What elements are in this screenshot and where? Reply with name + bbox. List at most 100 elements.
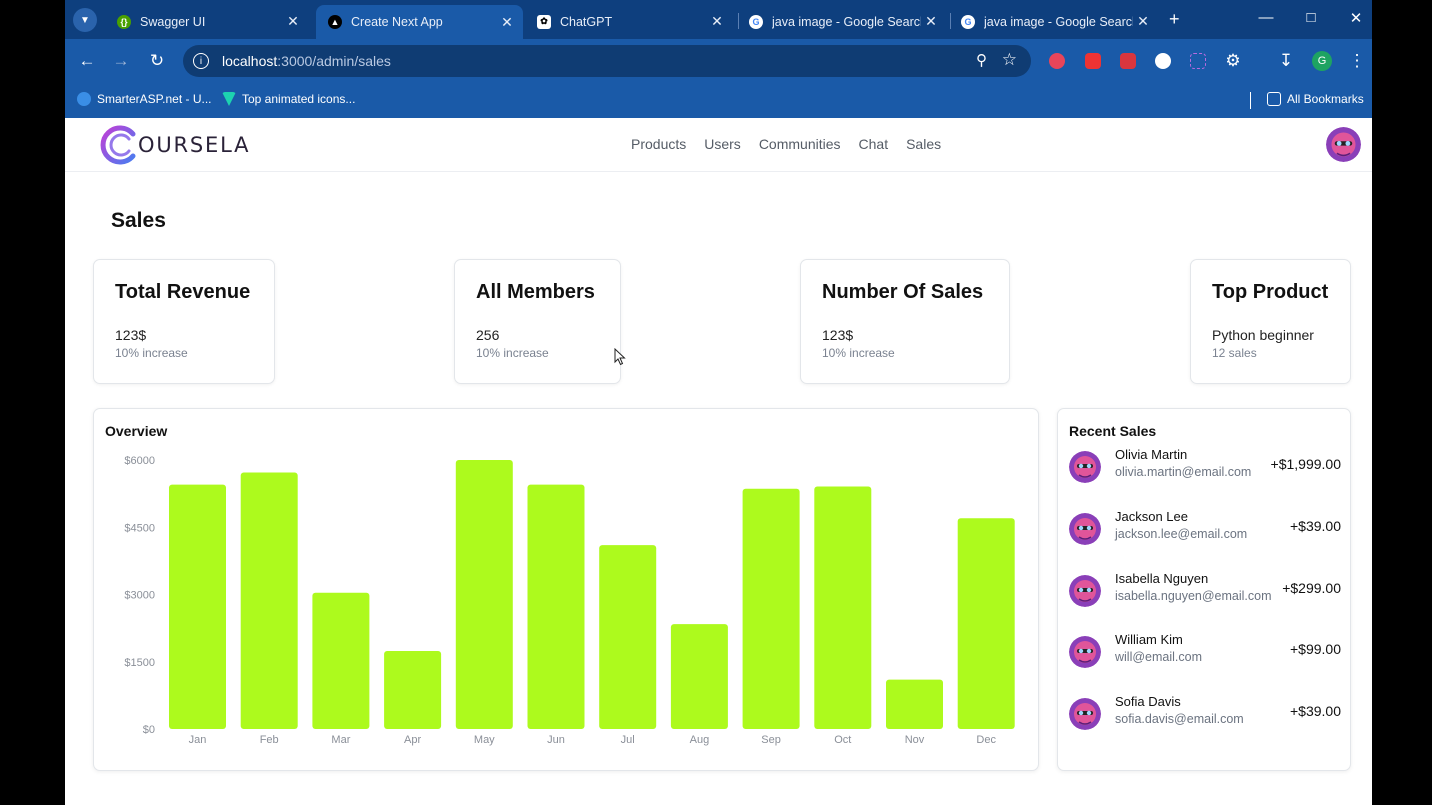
nav-sales[interactable]: Sales: [906, 136, 941, 152]
bar-oct[interactable]: [814, 486, 872, 729]
forward-button[interactable]: →: [110, 51, 132, 71]
customer-email: sofia.davis@email.com: [1115, 712, 1244, 726]
back-button[interactable]: ←: [76, 51, 98, 71]
tab-title: ChatGPT: [560, 14, 613, 29]
tab-swagger[interactable]: {} Swagger UI ✕: [105, 6, 309, 37]
extension-screenshot-icon[interactable]: [1190, 53, 1206, 69]
close-icon[interactable]: ✕: [497, 14, 517, 31]
customer-email: will@email.com: [1115, 650, 1203, 664]
sale-row[interactable]: Jackson Lee jackson.lee@email.com +$39.00: [1069, 509, 1341, 549]
tab-search-button[interactable]: ▼: [73, 8, 97, 32]
bookmark-star-icon[interactable]: ☆: [1002, 50, 1017, 70]
extension-video-icon[interactable]: [1085, 53, 1101, 69]
sale-row[interactable]: William Kim will@email.com +$99.00: [1069, 632, 1341, 672]
bookmark-label: SmarterASP.net - U...: [97, 92, 212, 106]
folder-icon: [1267, 92, 1281, 106]
address-bar[interactable]: i localhost:3000/admin/sales ⚲ ☆: [183, 45, 1031, 77]
bar-jun[interactable]: [527, 484, 585, 729]
stat-title: Number Of Sales: [822, 281, 984, 303]
bar-jul[interactable]: [599, 545, 657, 729]
all-bookmarks-button[interactable]: All Bookmarks: [1267, 92, 1364, 106]
bar-sep[interactable]: [742, 488, 800, 729]
site-info-icon[interactable]: i: [193, 53, 209, 69]
coursela-logo[interactable]: OURSELA: [100, 125, 250, 165]
close-window-button[interactable]: ✕: [1346, 9, 1366, 27]
user-avatar[interactable]: [1326, 127, 1361, 162]
customer-email: isabella.nguyen@email.com: [1115, 589, 1272, 603]
vuetify-icon: [222, 92, 236, 106]
bar-jan[interactable]: [169, 484, 226, 729]
x-tick-label: Aug: [690, 734, 710, 746]
customer-avatar: [1069, 451, 1101, 483]
customer-name: Isabella Nguyen: [1115, 571, 1209, 586]
extension-c-icon[interactable]: [1155, 53, 1171, 69]
stat-title: All Members: [476, 281, 595, 303]
all-bookmarks-label: All Bookmarks: [1287, 92, 1364, 106]
x-tick-label: Oct: [834, 734, 851, 746]
bookmark-label: Top animated icons...: [242, 92, 356, 106]
stat-title: Total Revenue: [115, 281, 251, 303]
stat-value: 123$: [822, 327, 854, 343]
nav-users[interactable]: Users: [704, 136, 741, 152]
tab-google-search-1[interactable]: G java image - Google Search ✕: [737, 6, 947, 37]
close-icon[interactable]: ✕: [1133, 13, 1153, 30]
sale-row[interactable]: Isabella Nguyen isabella.nguyen@email.com…: [1069, 571, 1341, 611]
url-text: localhost:3000/admin/sales: [222, 53, 391, 69]
page-title: Sales: [111, 209, 166, 232]
nav-products[interactable]: Products: [631, 136, 686, 152]
bar-dec[interactable]: [957, 518, 1015, 729]
app-page: OURSELA Products Users Communities Chat …: [65, 118, 1372, 805]
extension-bug-icon[interactable]: [1120, 53, 1136, 69]
y-tick-label: $3000: [124, 590, 155, 602]
tab-google-search-2[interactable]: G java image - Google Search ✕: [949, 6, 1159, 37]
bookmark-top-animated-icons[interactable]: Top animated icons...: [222, 92, 355, 106]
x-tick-label: May: [474, 734, 495, 746]
x-tick-label: Sep: [761, 734, 781, 746]
extensions-puzzle-icon[interactable]: ⚙: [1222, 51, 1244, 71]
sale-row[interactable]: Olivia Martin olivia.martin@email.com +$1,…: [1069, 447, 1341, 487]
tab-chatgpt[interactable]: ✿ ChatGPT ✕: [525, 6, 733, 37]
new-tab-button[interactable]: +: [1169, 9, 1180, 30]
download-icon[interactable]: ↧: [1275, 51, 1297, 71]
nextjs-icon: ▲: [328, 15, 342, 29]
bar-aug[interactable]: [670, 624, 728, 729]
close-icon[interactable]: ✕: [283, 13, 303, 30]
main-nav: Products Users Communities Chat Sales: [631, 136, 941, 152]
customer-name: Olivia Martin: [1115, 447, 1188, 462]
bar-apr[interactable]: [384, 650, 442, 729]
sale-row[interactable]: Sofia Davis sofia.davis@email.com +$39.00: [1069, 694, 1341, 734]
stat-subtext: 10% increase: [476, 346, 549, 360]
reload-button[interactable]: ↻: [146, 51, 168, 71]
profile-avatar[interactable]: G: [1312, 51, 1332, 71]
y-tick-label: $0: [143, 724, 155, 736]
x-tick-label: Dec: [976, 734, 996, 746]
tab-strip: ▼ {} Swagger UI ✕ ▲ Create Next App ✕ ✿ …: [65, 0, 1372, 39]
x-tick-label: Nov: [905, 734, 925, 746]
extension-record-icon[interactable]: [1049, 53, 1065, 69]
bar-may[interactable]: [455, 460, 513, 729]
nav-communities[interactable]: Communities: [759, 136, 841, 152]
browser-menu-icon[interactable]: ⋮: [1346, 51, 1368, 71]
zoom-icon[interactable]: ⚲: [976, 51, 987, 69]
customer-avatar: [1069, 698, 1101, 730]
stat-value: Python beginner: [1212, 327, 1314, 343]
bookmark-smarterasp[interactable]: SmarterASP.net - U...: [77, 92, 212, 106]
tab-title: Create Next App: [351, 15, 443, 29]
minimize-button[interactable]: —: [1256, 9, 1276, 26]
tab-title: java image - Google Search: [984, 14, 1133, 29]
y-tick-label: $4500: [124, 522, 155, 534]
customer-email: jackson.lee@email.com: [1115, 527, 1248, 541]
customer-avatar: [1069, 575, 1101, 607]
nav-chat[interactable]: Chat: [859, 136, 889, 152]
bar-nov[interactable]: [886, 679, 943, 729]
close-icon[interactable]: ✕: [921, 13, 941, 30]
url-host: localhost: [222, 53, 278, 69]
maximize-button[interactable]: □: [1301, 9, 1321, 26]
bookmarks-bar: SmarterASP.net - U... Top animated icons…: [65, 83, 1372, 118]
bar-mar[interactable]: [312, 592, 370, 729]
logo-mark-icon: [100, 125, 140, 165]
tab-create-next-app[interactable]: ▲ Create Next App ✕: [316, 5, 523, 39]
bar-feb[interactable]: [240, 472, 298, 729]
close-icon[interactable]: ✕: [707, 13, 727, 30]
stat-card-number-of-sales: Number Of Sales 123$ 10% increase: [800, 259, 1010, 384]
